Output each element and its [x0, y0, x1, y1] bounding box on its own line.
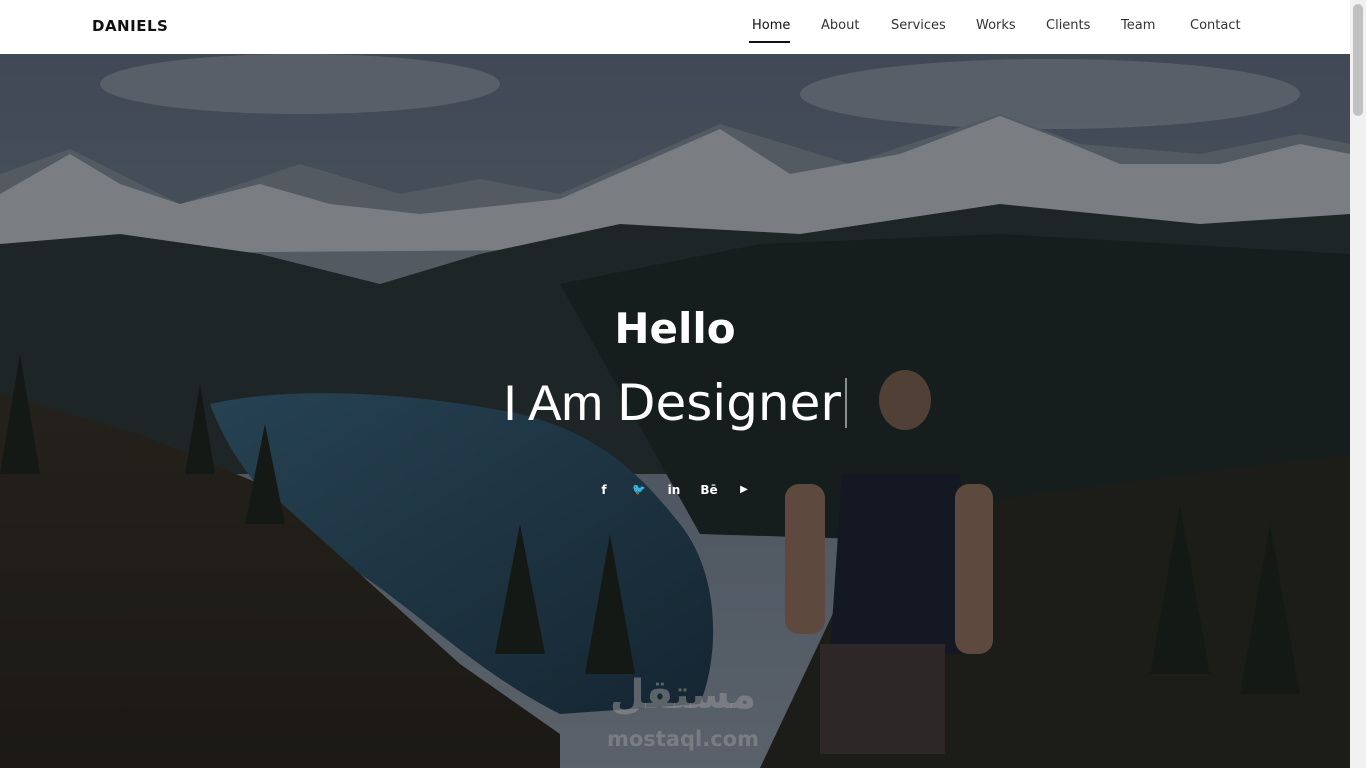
page-scrollbar[interactable] [1350, 0, 1366, 768]
nav-link-clients[interactable]: Clients [1046, 18, 1090, 33]
nav-link-services[interactable]: Services [891, 18, 946, 33]
linkedin-icon[interactable]: in [660, 478, 688, 502]
nav-link-home[interactable]: Home [752, 18, 790, 33]
hero-section: Hello I Am Designer f 🐦 in Bē ▶ [0, 54, 1350, 768]
nav-link-works[interactable]: Works [976, 18, 1016, 33]
watermark-latin: mostaql.com [607, 727, 759, 751]
facebook-icon[interactable]: f [590, 478, 618, 502]
watermark-arabic: مستقل [609, 672, 757, 718]
behance-icon[interactable]: Bē [695, 478, 723, 502]
tagline-role: Designer [616, 374, 841, 432]
nav-link-contact[interactable]: Contact [1190, 18, 1241, 33]
hero-greeting: Hello [614, 304, 736, 353]
scrollbar-thumb[interactable] [1353, 4, 1363, 116]
twitter-icon[interactable]: 🐦 [625, 478, 653, 502]
hero-tagline: I Am Designer [0, 374, 1350, 432]
brand-logo[interactable]: DANIELS [92, 17, 168, 35]
youtube-icon[interactable]: ▶ [730, 478, 758, 502]
typing-cursor [844, 378, 847, 428]
nav-link-about[interactable]: About [821, 18, 859, 33]
active-nav-indicator [749, 41, 790, 43]
nav-link-team[interactable]: Team [1121, 18, 1155, 33]
tagline-prefix: I Am [503, 375, 617, 431]
top-navbar: DANIELS Home About Services Works Client… [0, 0, 1350, 54]
